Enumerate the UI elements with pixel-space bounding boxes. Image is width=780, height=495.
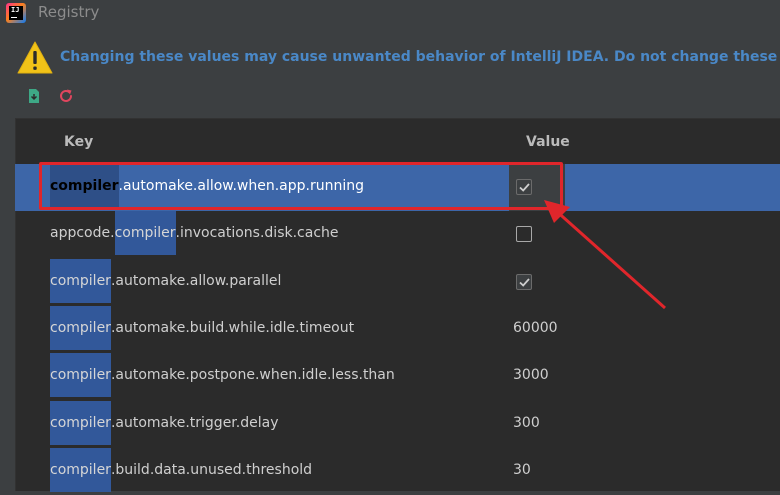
search-match-highlight: compiler bbox=[50, 447, 111, 492]
export-icon[interactable] bbox=[25, 87, 43, 105]
row-value[interactable]: 60000 bbox=[513, 320, 558, 336]
search-match-highlight: compiler bbox=[50, 305, 111, 350]
warning-icon bbox=[17, 41, 53, 74]
warning-message: Changing these values may cause unwanted… bbox=[60, 49, 780, 65]
annotation-arrow bbox=[544, 200, 666, 310]
title-bar: IJ Registry bbox=[0, 0, 780, 26]
row-key: compiler.automake.trigger.delay bbox=[50, 400, 279, 445]
window-title: Registry bbox=[38, 3, 100, 21]
table-row[interactable]: compiler.automake.postpone.when.idle.les… bbox=[15, 353, 780, 400]
row-key: compiler.automake.postpone.when.idle.les… bbox=[50, 353, 395, 398]
row-value[interactable]: 3000 bbox=[513, 367, 549, 383]
search-match-highlight: compiler bbox=[50, 258, 111, 303]
reset-icon[interactable] bbox=[57, 87, 75, 105]
row-value[interactable]: 300 bbox=[513, 415, 540, 431]
key-suffix: .automake.postpone.when.idle.less.than bbox=[110, 367, 395, 384]
key-suffix: .automake.build.while.idle.timeout bbox=[110, 319, 355, 336]
intellij-logo-icon: IJ bbox=[6, 3, 26, 23]
key-suffix: .automake.allow.parallel bbox=[110, 272, 282, 289]
checkmark-icon bbox=[519, 277, 530, 287]
checkbox-checked[interactable] bbox=[516, 273, 532, 290]
key-prefix: appcode. bbox=[50, 225, 115, 242]
search-match-highlight: compiler bbox=[50, 353, 111, 398]
row-key: compiler.automake.allow.parallel bbox=[50, 258, 282, 303]
search-match-highlight: compiler bbox=[114, 211, 176, 256]
row-key: compiler.automake.build.while.idle.timeo… bbox=[50, 305, 355, 350]
table-row[interactable]: compiler.automake.trigger.delay 300 bbox=[15, 400, 780, 448]
row-key: compiler.build.data.unused.threshold bbox=[50, 447, 313, 492]
key-suffix: .automake.trigger.delay bbox=[110, 414, 279, 431]
row-value[interactable]: 30 bbox=[513, 462, 531, 478]
search-match-highlight: compiler bbox=[50, 400, 111, 445]
annotation-highlight-box bbox=[39, 162, 563, 210]
key-suffix: .invocations.disk.cache bbox=[175, 225, 339, 242]
key-suffix: .build.data.unused.threshold bbox=[110, 461, 313, 478]
row-key: appcode.compiler.invocations.disk.cache bbox=[50, 211, 339, 256]
column-header-value[interactable]: Value bbox=[526, 134, 570, 150]
column-header-key[interactable]: Key bbox=[64, 134, 93, 150]
table-row[interactable]: compiler.build.data.unused.threshold 30 bbox=[15, 447, 780, 495]
checkbox-unchecked[interactable] bbox=[516, 226, 532, 243]
